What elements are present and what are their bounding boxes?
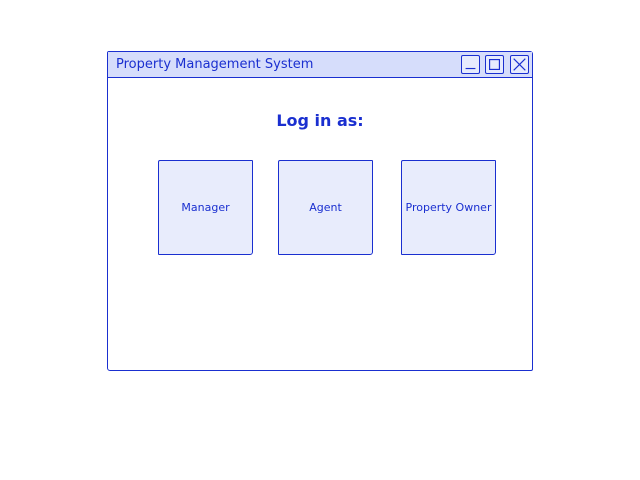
- close-icon: [513, 58, 526, 71]
- maximize-icon: [488, 58, 501, 71]
- manager-login-button[interactable]: Manager: [158, 160, 253, 255]
- close-button[interactable]: [510, 55, 529, 74]
- agent-label: Agent: [309, 201, 342, 214]
- property-owner-label: Property Owner: [405, 201, 492, 214]
- window-title: Property Management System: [116, 57, 314, 72]
- minimize-icon: [465, 67, 476, 70]
- minimize-button[interactable]: [461, 55, 480, 74]
- agent-login-button[interactable]: Agent: [278, 160, 373, 255]
- maximize-button[interactable]: [485, 55, 504, 74]
- property-owner-login-button[interactable]: Property Owner: [401, 160, 496, 255]
- app-window: Property Management System Log in as: Ma…: [107, 51, 533, 371]
- manager-label: Manager: [181, 201, 230, 214]
- title-bar[interactable]: Property Management System: [108, 52, 532, 78]
- login-heading: Log in as:: [276, 111, 364, 130]
